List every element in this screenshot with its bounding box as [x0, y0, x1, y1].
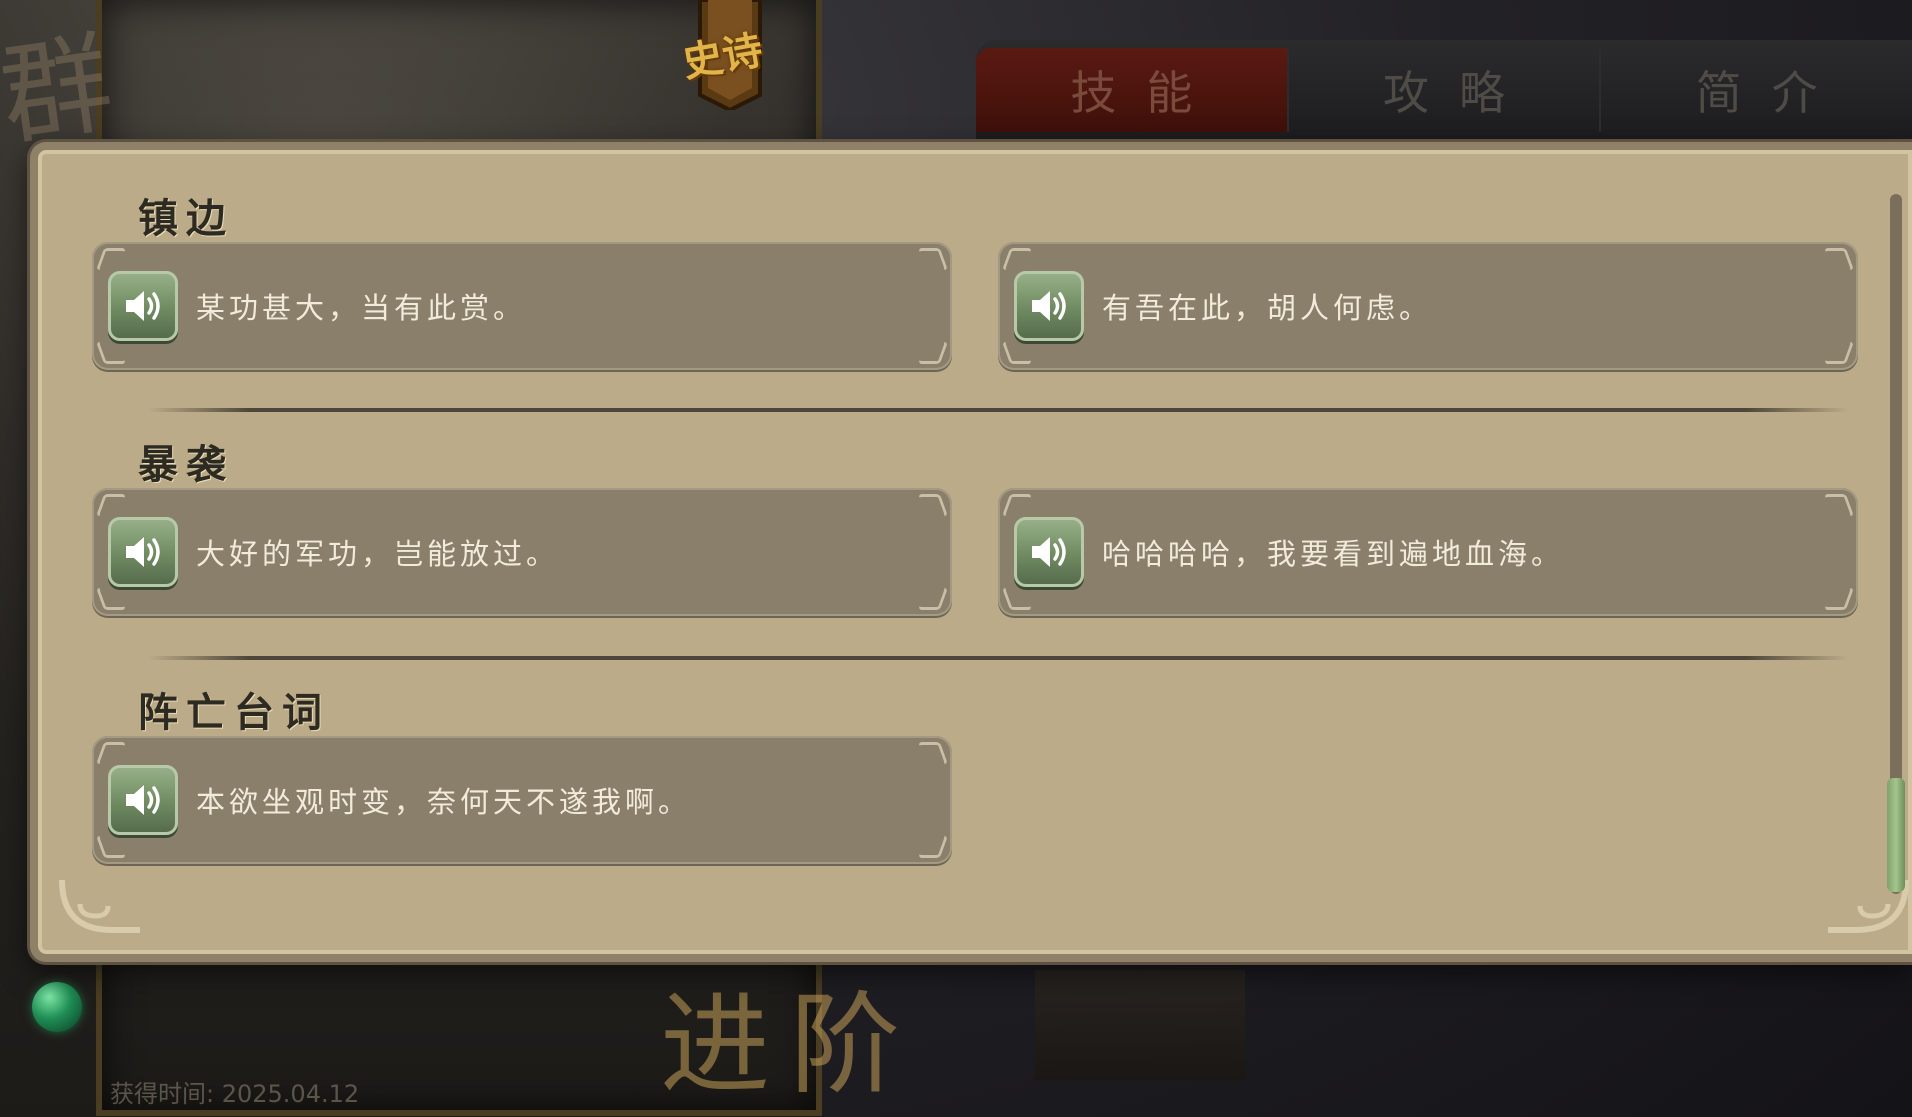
section-title: 暴袭 [138, 441, 234, 488]
speaker-icon [126, 537, 160, 567]
speaker-icon [1032, 537, 1066, 567]
tab-skills[interactable]: 技能 [976, 48, 1287, 132]
voice-line-text: 本欲坐观时变，奈何天不遂我啊。 [196, 785, 692, 819]
play-voice-button[interactable] [1014, 517, 1084, 587]
section-divider [148, 408, 1848, 412]
voice-line-card[interactable]: 有吾在此，胡人何虑。 [998, 242, 1858, 370]
play-voice-button[interactable] [108, 517, 178, 587]
section-title: 镇边 [138, 195, 234, 242]
voice-lines-panel: 镇边 某功甚大，当有此赏。 有吾在此，胡人何虑。 暴袭 大好的军功，岂能放过。 … [30, 142, 1912, 962]
corner-ornament-icon [59, 879, 140, 933]
section-divider [148, 656, 1848, 660]
play-voice-button[interactable] [108, 271, 178, 341]
gem-icon [32, 982, 82, 1032]
tab-strategy[interactable]: 攻略 [1286, 48, 1600, 132]
hero-thumbnail [1035, 970, 1245, 1080]
voice-line-text: 大好的军功，岂能放过。 [196, 537, 560, 571]
voice-line-text: 哈哈哈哈，我要看到遍地血海。 [1102, 537, 1565, 571]
scrollbar-thumb[interactable] [1887, 778, 1905, 892]
section-title: 阵亡台词 [138, 689, 330, 736]
speaker-icon [126, 785, 160, 815]
voice-line-card[interactable]: 哈哈哈哈，我要看到遍地血海。 [998, 488, 1858, 616]
game-screen: 群 史诗 进阶 获得时间: 2025.04.12 技能 攻略 简介 镇边 某功甚… [0, 0, 1912, 1117]
speaker-icon [126, 291, 160, 321]
speaker-icon [1032, 291, 1066, 321]
voice-line-card[interactable]: 大好的军功，岂能放过。 [92, 488, 952, 616]
voice-line-card[interactable]: 本欲坐观时变，奈何天不遂我啊。 [92, 736, 952, 864]
play-voice-button[interactable] [1014, 271, 1084, 341]
voice-line-text: 某功甚大，当有此赏。 [196, 291, 527, 325]
play-voice-button[interactable] [108, 765, 178, 835]
obtain-time: 获得时间: 2025.04.12 [110, 1080, 360, 1108]
tab-intro[interactable]: 简介 [1599, 48, 1912, 132]
voice-line-text: 有吾在此，胡人何虑。 [1102, 291, 1433, 325]
advance-label: 进阶 [660, 981, 920, 1109]
tab-bar: 技能 攻略 简介 [976, 40, 1912, 140]
voice-line-card[interactable]: 某功甚大，当有此赏。 [92, 242, 952, 370]
